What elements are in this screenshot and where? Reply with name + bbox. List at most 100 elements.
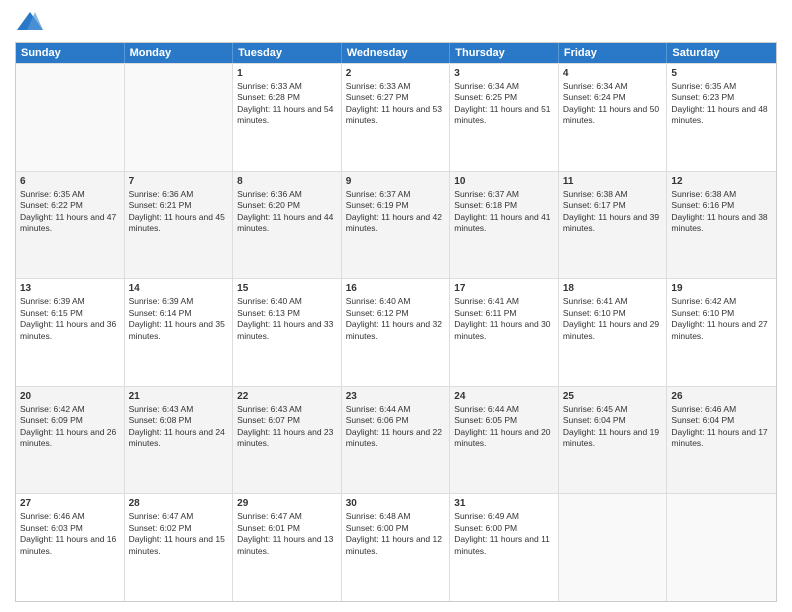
calendar-week-3: 13Sunrise: 6:39 AM Sunset: 6:15 PM Dayli… (16, 278, 776, 386)
calendar-day-7: 7Sunrise: 6:36 AM Sunset: 6:21 PM Daylig… (125, 172, 234, 279)
calendar-week-1: 1Sunrise: 6:33 AM Sunset: 6:28 PM Daylig… (16, 63, 776, 171)
calendar-day-11: 11Sunrise: 6:38 AM Sunset: 6:17 PM Dayli… (559, 172, 668, 279)
calendar-header-row: SundayMondayTuesdayWednesdayThursdayFrid… (16, 43, 776, 63)
day-info: Sunrise: 6:42 AM Sunset: 6:09 PM Dayligh… (20, 404, 120, 450)
day-number: 17 (454, 282, 554, 295)
day-number: 11 (563, 175, 663, 188)
day-info: Sunrise: 6:46 AM Sunset: 6:04 PM Dayligh… (671, 404, 772, 450)
calendar-empty-cell (16, 64, 125, 171)
day-number: 13 (20, 282, 120, 295)
day-info: Sunrise: 6:44 AM Sunset: 6:05 PM Dayligh… (454, 404, 554, 450)
day-number: 18 (563, 282, 663, 295)
day-number: 5 (671, 67, 772, 80)
day-info: Sunrise: 6:47 AM Sunset: 6:02 PM Dayligh… (129, 511, 229, 557)
day-number: 24 (454, 390, 554, 403)
day-number: 16 (346, 282, 446, 295)
page: SundayMondayTuesdayWednesdayThursdayFrid… (0, 0, 792, 612)
calendar-day-16: 16Sunrise: 6:40 AM Sunset: 6:12 PM Dayli… (342, 279, 451, 386)
calendar-day-27: 27Sunrise: 6:46 AM Sunset: 6:03 PM Dayli… (16, 494, 125, 601)
calendar-week-5: 27Sunrise: 6:46 AM Sunset: 6:03 PM Dayli… (16, 493, 776, 601)
day-number: 7 (129, 175, 229, 188)
day-info: Sunrise: 6:33 AM Sunset: 6:28 PM Dayligh… (237, 81, 337, 127)
day-number: 1 (237, 67, 337, 80)
calendar-day-8: 8Sunrise: 6:36 AM Sunset: 6:20 PM Daylig… (233, 172, 342, 279)
day-info: Sunrise: 6:39 AM Sunset: 6:14 PM Dayligh… (129, 296, 229, 342)
day-number: 14 (129, 282, 229, 295)
day-info: Sunrise: 6:34 AM Sunset: 6:24 PM Dayligh… (563, 81, 663, 127)
header (15, 10, 777, 34)
logo-icon (15, 10, 45, 34)
day-info: Sunrise: 6:38 AM Sunset: 6:17 PM Dayligh… (563, 189, 663, 235)
day-info: Sunrise: 6:47 AM Sunset: 6:01 PM Dayligh… (237, 511, 337, 557)
day-info: Sunrise: 6:40 AM Sunset: 6:12 PM Dayligh… (346, 296, 446, 342)
calendar-day-22: 22Sunrise: 6:43 AM Sunset: 6:07 PM Dayli… (233, 387, 342, 494)
day-number: 23 (346, 390, 446, 403)
weekday-header-wednesday: Wednesday (342, 43, 451, 63)
day-number: 8 (237, 175, 337, 188)
calendar-day-14: 14Sunrise: 6:39 AM Sunset: 6:14 PM Dayli… (125, 279, 234, 386)
day-number: 3 (454, 67, 554, 80)
calendar-day-10: 10Sunrise: 6:37 AM Sunset: 6:18 PM Dayli… (450, 172, 559, 279)
day-info: Sunrise: 6:41 AM Sunset: 6:10 PM Dayligh… (563, 296, 663, 342)
day-info: Sunrise: 6:41 AM Sunset: 6:11 PM Dayligh… (454, 296, 554, 342)
calendar-day-29: 29Sunrise: 6:47 AM Sunset: 6:01 PM Dayli… (233, 494, 342, 601)
calendar-day-21: 21Sunrise: 6:43 AM Sunset: 6:08 PM Dayli… (125, 387, 234, 494)
weekday-header-friday: Friday (559, 43, 668, 63)
day-number: 2 (346, 67, 446, 80)
calendar-day-23: 23Sunrise: 6:44 AM Sunset: 6:06 PM Dayli… (342, 387, 451, 494)
day-info: Sunrise: 6:48 AM Sunset: 6:00 PM Dayligh… (346, 511, 446, 557)
calendar-empty-cell (125, 64, 234, 171)
day-number: 26 (671, 390, 772, 403)
calendar-day-18: 18Sunrise: 6:41 AM Sunset: 6:10 PM Dayli… (559, 279, 668, 386)
day-info: Sunrise: 6:37 AM Sunset: 6:18 PM Dayligh… (454, 189, 554, 235)
day-info: Sunrise: 6:40 AM Sunset: 6:13 PM Dayligh… (237, 296, 337, 342)
calendar-day-1: 1Sunrise: 6:33 AM Sunset: 6:28 PM Daylig… (233, 64, 342, 171)
calendar-empty-cell (667, 494, 776, 601)
day-number: 15 (237, 282, 337, 295)
day-number: 31 (454, 497, 554, 510)
weekday-header-thursday: Thursday (450, 43, 559, 63)
day-info: Sunrise: 6:43 AM Sunset: 6:08 PM Dayligh… (129, 404, 229, 450)
calendar-day-20: 20Sunrise: 6:42 AM Sunset: 6:09 PM Dayli… (16, 387, 125, 494)
day-number: 27 (20, 497, 120, 510)
weekday-header-tuesday: Tuesday (233, 43, 342, 63)
day-info: Sunrise: 6:34 AM Sunset: 6:25 PM Dayligh… (454, 81, 554, 127)
calendar-day-13: 13Sunrise: 6:39 AM Sunset: 6:15 PM Dayli… (16, 279, 125, 386)
day-number: 25 (563, 390, 663, 403)
calendar-day-17: 17Sunrise: 6:41 AM Sunset: 6:11 PM Dayli… (450, 279, 559, 386)
day-info: Sunrise: 6:38 AM Sunset: 6:16 PM Dayligh… (671, 189, 772, 235)
calendar-day-26: 26Sunrise: 6:46 AM Sunset: 6:04 PM Dayli… (667, 387, 776, 494)
calendar-day-9: 9Sunrise: 6:37 AM Sunset: 6:19 PM Daylig… (342, 172, 451, 279)
day-info: Sunrise: 6:44 AM Sunset: 6:06 PM Dayligh… (346, 404, 446, 450)
day-info: Sunrise: 6:35 AM Sunset: 6:22 PM Dayligh… (20, 189, 120, 235)
day-info: Sunrise: 6:33 AM Sunset: 6:27 PM Dayligh… (346, 81, 446, 127)
day-info: Sunrise: 6:35 AM Sunset: 6:23 PM Dayligh… (671, 81, 772, 127)
calendar-day-12: 12Sunrise: 6:38 AM Sunset: 6:16 PM Dayli… (667, 172, 776, 279)
calendar-empty-cell (559, 494, 668, 601)
calendar-body: 1Sunrise: 6:33 AM Sunset: 6:28 PM Daylig… (16, 63, 776, 601)
calendar-week-4: 20Sunrise: 6:42 AM Sunset: 6:09 PM Dayli… (16, 386, 776, 494)
calendar-day-19: 19Sunrise: 6:42 AM Sunset: 6:10 PM Dayli… (667, 279, 776, 386)
calendar-week-2: 6Sunrise: 6:35 AM Sunset: 6:22 PM Daylig… (16, 171, 776, 279)
day-number: 4 (563, 67, 663, 80)
weekday-header-sunday: Sunday (16, 43, 125, 63)
calendar-day-15: 15Sunrise: 6:40 AM Sunset: 6:13 PM Dayli… (233, 279, 342, 386)
day-info: Sunrise: 6:49 AM Sunset: 6:00 PM Dayligh… (454, 511, 554, 557)
day-number: 29 (237, 497, 337, 510)
calendar-day-2: 2Sunrise: 6:33 AM Sunset: 6:27 PM Daylig… (342, 64, 451, 171)
day-number: 20 (20, 390, 120, 403)
logo (15, 10, 49, 34)
calendar-day-30: 30Sunrise: 6:48 AM Sunset: 6:00 PM Dayli… (342, 494, 451, 601)
weekday-header-monday: Monday (125, 43, 234, 63)
day-number: 9 (346, 175, 446, 188)
calendar: SundayMondayTuesdayWednesdayThursdayFrid… (15, 42, 777, 602)
calendar-day-3: 3Sunrise: 6:34 AM Sunset: 6:25 PM Daylig… (450, 64, 559, 171)
calendar-day-4: 4Sunrise: 6:34 AM Sunset: 6:24 PM Daylig… (559, 64, 668, 171)
day-info: Sunrise: 6:42 AM Sunset: 6:10 PM Dayligh… (671, 296, 772, 342)
day-number: 28 (129, 497, 229, 510)
day-info: Sunrise: 6:36 AM Sunset: 6:20 PM Dayligh… (237, 189, 337, 235)
day-number: 22 (237, 390, 337, 403)
day-number: 10 (454, 175, 554, 188)
day-info: Sunrise: 6:36 AM Sunset: 6:21 PM Dayligh… (129, 189, 229, 235)
day-number: 19 (671, 282, 772, 295)
